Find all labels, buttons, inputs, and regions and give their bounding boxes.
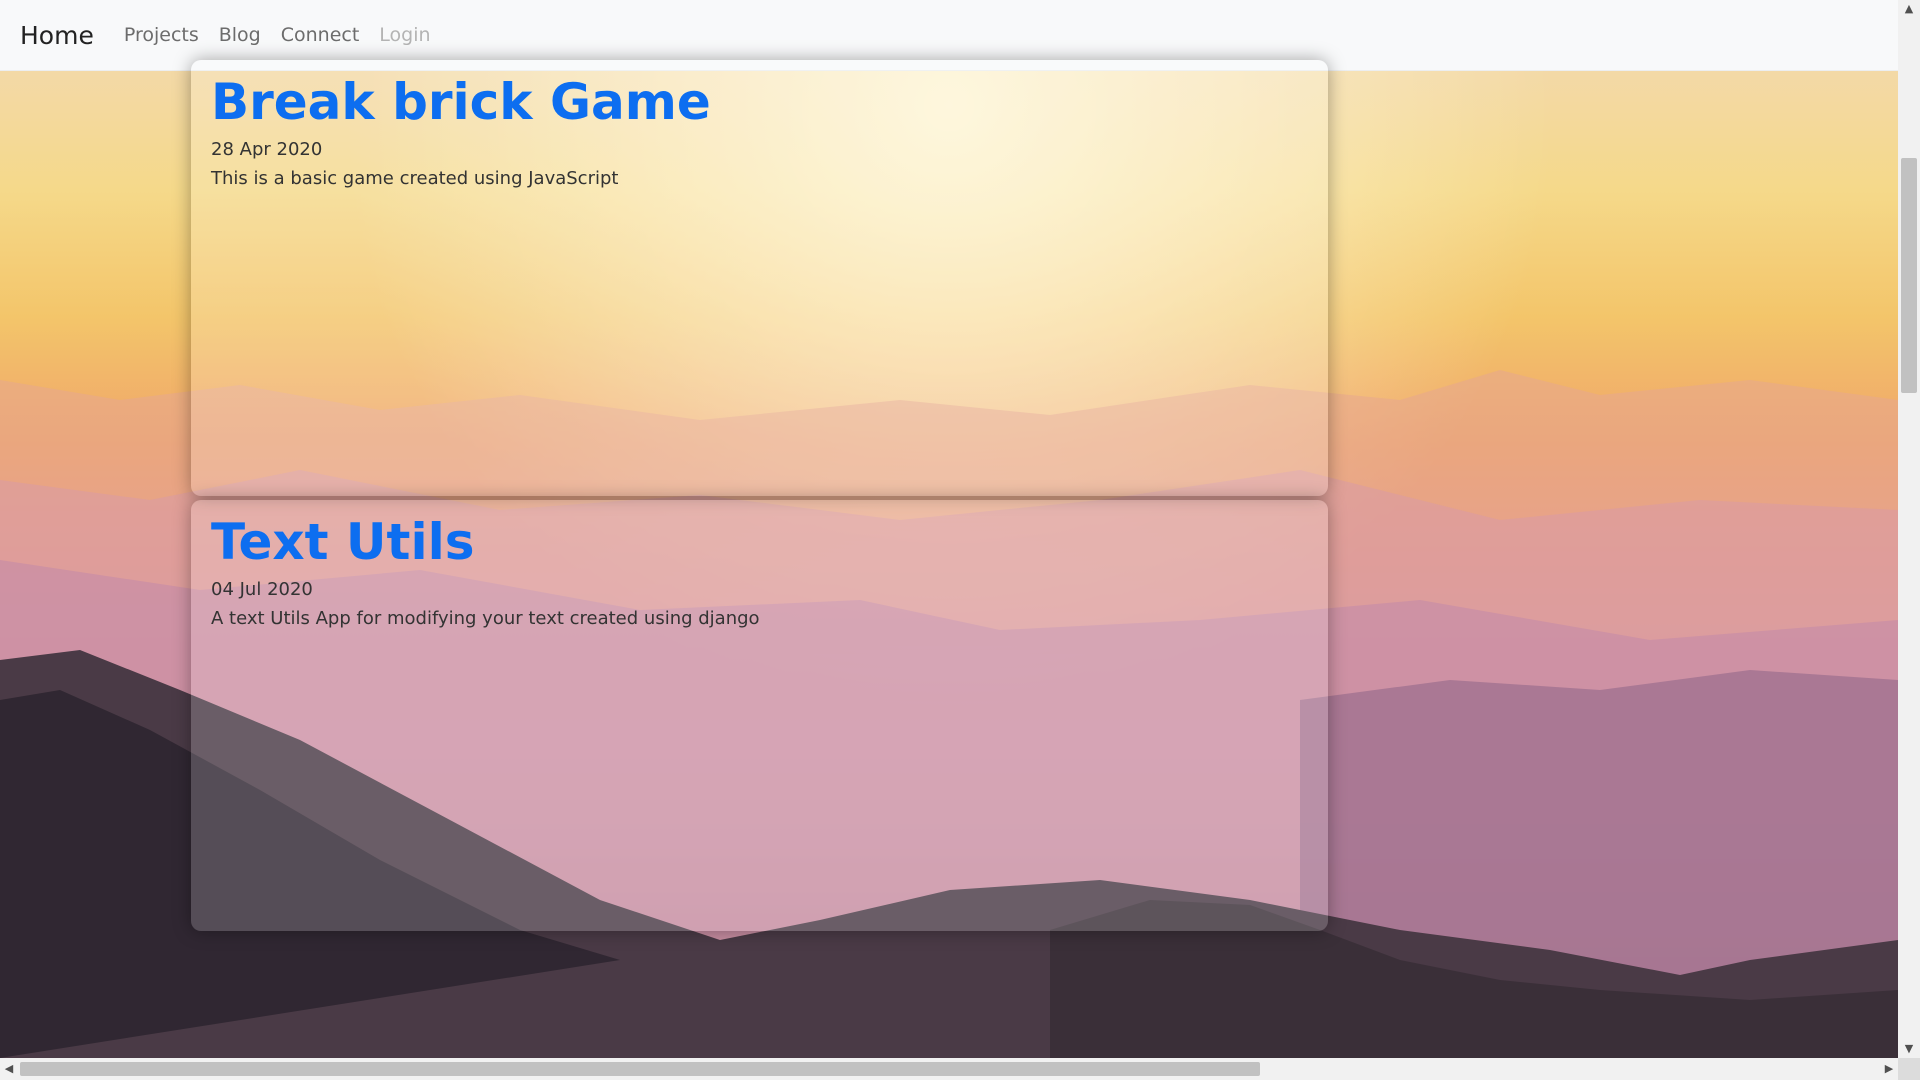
vertical-scrollbar[interactable]: ▲ ▼ — [1898, 0, 1920, 1058]
project-card: Text Utils 04 Jul 2020 A text Utils App … — [191, 500, 1328, 931]
project-description: This is a basic game created using JavaS… — [211, 167, 619, 189]
nav-link-login: Login — [379, 24, 431, 46]
vertical-scroll-thumb[interactable] — [1901, 158, 1917, 393]
project-card: Break brick Game 28 Apr 2020 This is a b… — [191, 60, 1328, 496]
horizontal-scrollbar[interactable]: ◀ ▶ — [0, 1058, 1898, 1080]
project-title-link[interactable]: Break brick Game — [211, 76, 1308, 129]
scrollbar-corner — [1898, 1058, 1920, 1080]
project-date: 28 Apr 2020 — [211, 138, 323, 160]
nav-link-projects[interactable]: Projects — [124, 24, 199, 46]
project-date: 04 Jul 2020 — [211, 578, 313, 600]
horizontal-scroll-thumb[interactable] — [20, 1062, 1260, 1076]
scroll-left-icon[interactable]: ◀ — [0, 1058, 18, 1080]
scroll-down-icon[interactable]: ▼ — [1898, 1040, 1920, 1058]
project-title-link[interactable]: Text Utils — [211, 516, 1308, 569]
scroll-right-icon[interactable]: ▶ — [1880, 1058, 1898, 1080]
project-description: A text Utils App for modifying your text… — [211, 607, 760, 629]
brand-home-link[interactable]: Home — [20, 21, 94, 50]
nav-link-blog[interactable]: Blog — [219, 24, 261, 46]
scroll-up-icon[interactable]: ▲ — [1898, 0, 1920, 18]
nav-link-connect[interactable]: Connect — [281, 24, 360, 46]
page-viewport: Home Projects Blog Connect Login Break b… — [0, 0, 1898, 1058]
